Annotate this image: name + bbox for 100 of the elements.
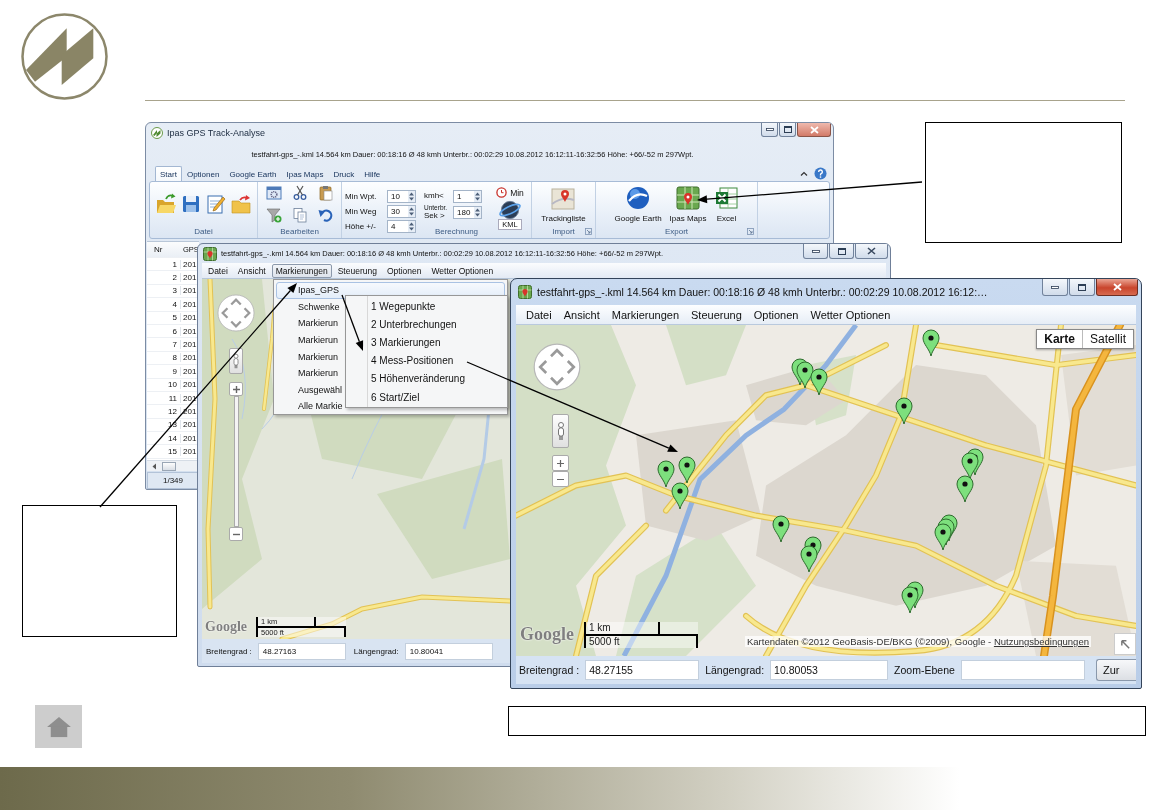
timer-button[interactable]: Min bbox=[494, 186, 526, 199]
dialog-launcher-icon[interactable] bbox=[585, 228, 592, 235]
ribbon-tab[interactable]: Start bbox=[155, 166, 182, 181]
menu-item[interactable]: 1 Wegepunkte bbox=[346, 297, 507, 316]
horizontal-scrollbar[interactable] bbox=[147, 460, 199, 471]
input-field[interactable]: 48.27163 bbox=[257, 642, 346, 660]
spin-box[interactable]: 4 bbox=[387, 219, 416, 233]
close-button[interactable] bbox=[1096, 279, 1138, 296]
menu-item[interactable]: Steuerung bbox=[333, 263, 381, 278]
scroll-left-icon[interactable] bbox=[150, 461, 159, 471]
spin-box[interactable]: 1 bbox=[453, 189, 482, 203]
input-field[interactable]: 10.80053 bbox=[770, 660, 889, 680]
menu-item[interactable]: Markierun bbox=[276, 348, 344, 365]
pin-stack-icon[interactable] bbox=[901, 581, 924, 614]
ribbon-button[interactable]: Excel bbox=[713, 184, 740, 223]
spin-arrows-icon[interactable] bbox=[408, 205, 415, 217]
window-settings-icon[interactable] bbox=[265, 184, 282, 201]
menu-item[interactable]: Markierungen bbox=[605, 306, 686, 323]
open-folder-icon[interactable] bbox=[155, 192, 177, 215]
pin-stack-icon[interactable] bbox=[961, 448, 984, 480]
menu-item[interactable]: 2 Unterbrechungen bbox=[346, 315, 507, 334]
maximize-button[interactable] bbox=[829, 244, 854, 259]
zoom-in-button[interactable] bbox=[229, 382, 243, 396]
map-type-button[interactable]: Karte bbox=[1037, 330, 1082, 348]
spin-box[interactable]: 180 bbox=[453, 206, 482, 219]
spin-arrows-icon[interactable] bbox=[474, 207, 481, 218]
menu-item[interactable]: 5 Höhenveränderung bbox=[346, 369, 507, 388]
copy-icon[interactable] bbox=[291, 206, 308, 223]
map-pin-icon[interactable] bbox=[772, 515, 790, 543]
menu-item[interactable]: Steuerung bbox=[685, 306, 748, 323]
ribbon-button[interactable]: Google Earth bbox=[613, 184, 663, 223]
paste-icon[interactable] bbox=[317, 184, 334, 201]
ribbon-tab[interactable]: Druck bbox=[328, 166, 360, 181]
input-field[interactable] bbox=[960, 660, 1085, 680]
menu-item[interactable]: Datei bbox=[520, 306, 558, 323]
help-icon[interactable] bbox=[814, 166, 827, 180]
menu-item[interactable]: Alle Markie bbox=[276, 398, 344, 415]
menu-item[interactable]: Markierun bbox=[276, 364, 344, 382]
folder-icon[interactable] bbox=[230, 192, 252, 215]
pan-control[interactable] bbox=[533, 343, 581, 391]
zoom-out-button[interactable] bbox=[552, 471, 569, 487]
action-button[interactable]: Zur bbox=[1096, 659, 1136, 681]
ribbon-button[interactable]: Ipas Maps bbox=[668, 184, 708, 223]
street-view-button[interactable] bbox=[229, 348, 243, 374]
menu-item[interactable]: Markierun bbox=[276, 315, 344, 332]
scroll-thumb[interactable] bbox=[162, 461, 176, 471]
dialog-launcher-icon[interactable] bbox=[747, 228, 754, 235]
zoom-slider-track[interactable] bbox=[234, 396, 239, 527]
map-pin-icon[interactable] bbox=[657, 460, 675, 488]
scissors-icon[interactable] bbox=[291, 184, 308, 201]
spin-arrows-icon[interactable] bbox=[474, 190, 481, 202]
map-pin-icon[interactable] bbox=[678, 456, 696, 484]
terms-link[interactable]: Nutzungsbedingungen bbox=[993, 636, 1089, 647]
ribbon-tab[interactable]: Ipas Maps bbox=[281, 166, 329, 181]
undo-icon[interactable] bbox=[317, 206, 334, 223]
ribbon-tab[interactable]: Google Earth bbox=[224, 166, 282, 181]
menu-item[interactable]: Ansicht bbox=[233, 263, 270, 278]
spin-box[interactable]: 30 bbox=[387, 204, 416, 218]
menu-item[interactable]: Wetter Optionen bbox=[804, 306, 897, 323]
pin-stack-icon[interactable] bbox=[791, 358, 814, 389]
caret-up-icon[interactable] bbox=[800, 170, 808, 176]
map-pin-icon[interactable] bbox=[895, 397, 913, 425]
edit-icon[interactable] bbox=[205, 192, 227, 215]
collapse-button[interactable] bbox=[1114, 633, 1136, 655]
map-pin-icon[interactable] bbox=[800, 545, 818, 573]
funnel-icon[interactable] bbox=[265, 206, 282, 223]
menu-item[interactable]: Schwenke bbox=[276, 298, 344, 316]
menu-item[interactable]: 3 Markierungen bbox=[346, 333, 507, 352]
map-pin-icon[interactable] bbox=[671, 482, 689, 510]
menu-item[interactable]: Markierun bbox=[276, 331, 344, 349]
menu-item[interactable]: Optionen bbox=[747, 306, 805, 323]
menu-item[interactable]: Markierungen bbox=[271, 263, 332, 278]
ribbon-tab[interactable]: Hilfe bbox=[359, 166, 386, 181]
minimize-button[interactable] bbox=[803, 244, 828, 259]
pan-control[interactable] bbox=[217, 294, 255, 332]
menu-item[interactable]: 4 Mess-Positionen bbox=[346, 351, 507, 370]
menu-item[interactable]: 6 Start/Ziel bbox=[346, 387, 507, 407]
menu-item[interactable]: Ipas_GPS bbox=[276, 282, 505, 299]
map-type-button[interactable]: Satellit bbox=[1081, 330, 1133, 348]
map-pin-icon[interactable] bbox=[922, 329, 940, 357]
map-pin-icon[interactable] bbox=[810, 368, 828, 396]
zoom-in-button[interactable] bbox=[552, 455, 569, 471]
maximize-button[interactable] bbox=[779, 123, 796, 137]
menu-item[interactable]: Wetter Optionen bbox=[427, 263, 498, 278]
spin-arrows-icon[interactable] bbox=[408, 190, 415, 202]
menu-item[interactable]: Ansicht bbox=[557, 306, 606, 323]
menu-item[interactable]: Datei bbox=[204, 263, 232, 278]
minimize-button[interactable] bbox=[1042, 279, 1068, 296]
menu-item[interactable]: Ausgewähl bbox=[276, 381, 344, 399]
ribbon-tab[interactable]: Optionen bbox=[181, 166, 225, 181]
close-button[interactable] bbox=[855, 244, 888, 259]
close-button[interactable] bbox=[797, 123, 831, 137]
spin-arrows-icon[interactable] bbox=[408, 220, 415, 232]
maximize-button[interactable] bbox=[1069, 279, 1095, 296]
spin-box[interactable]: 10 bbox=[387, 189, 416, 203]
zoom-out-button[interactable] bbox=[229, 527, 243, 541]
input-field[interactable]: 48.27155 bbox=[585, 660, 700, 680]
map-pin-icon[interactable] bbox=[956, 475, 974, 503]
menu-item[interactable]: Optionen bbox=[382, 263, 426, 278]
minimize-button[interactable] bbox=[761, 123, 778, 137]
